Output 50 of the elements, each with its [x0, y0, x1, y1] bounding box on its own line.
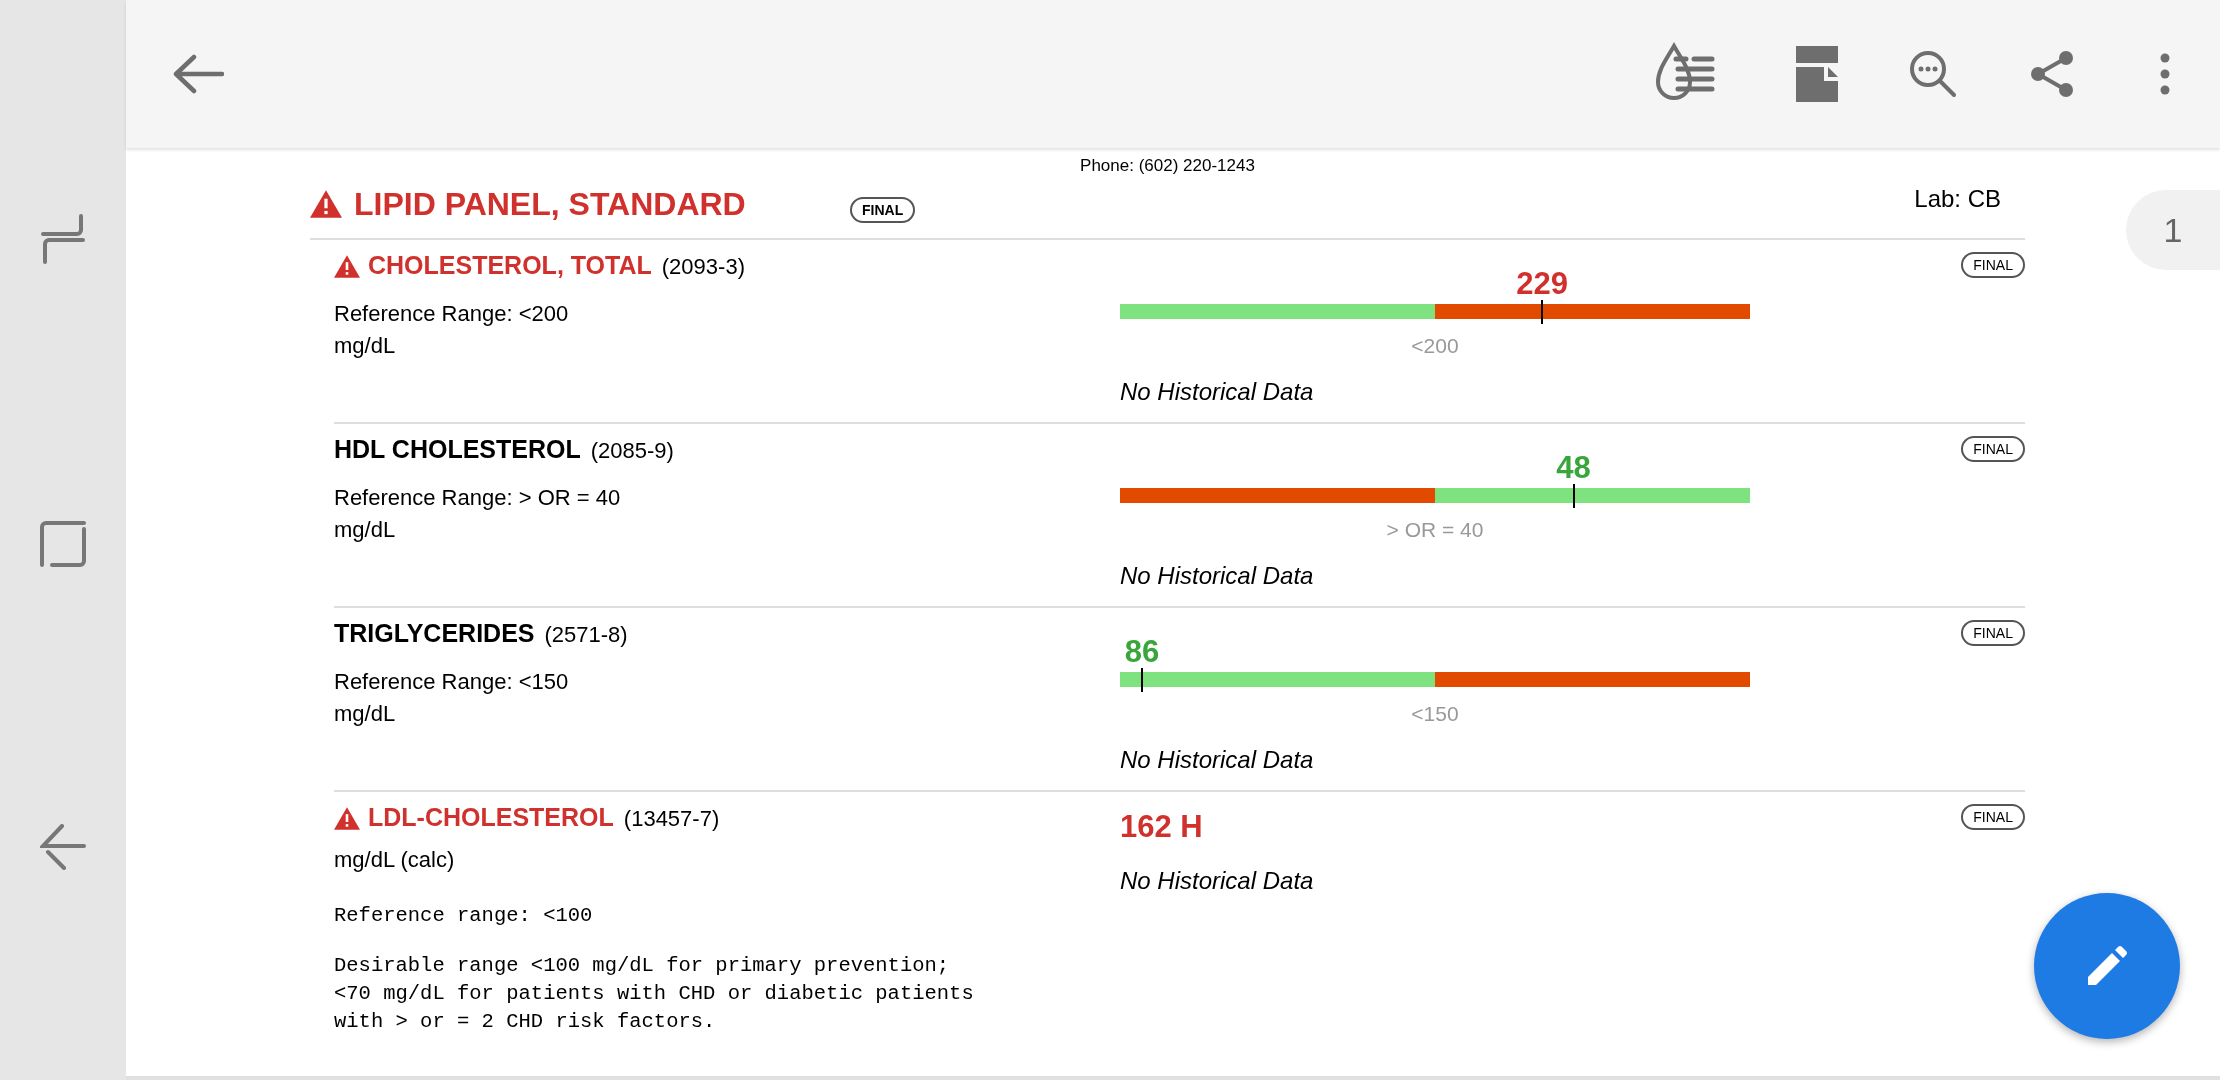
test-name: LDL-CHOLESTEROL — [368, 802, 614, 834]
history-note: No Historical Data — [1120, 561, 1314, 591]
document-icon[interactable] — [1796, 46, 1838, 102]
result-value: 162 H — [1120, 808, 1203, 846]
phone-number: Phone: (602) 220-1243 — [1080, 155, 1255, 176]
result-value: 48 — [1556, 450, 1591, 486]
range-label: > OR = 40 — [1386, 517, 1484, 543]
lab-label: Lab: CB — [1914, 184, 2001, 214]
edit-button[interactable] — [2034, 893, 2180, 1039]
reference-range: Reference Range: <200 — [334, 300, 569, 328]
back-icon[interactable] — [40, 824, 86, 870]
status-badge: FINAL — [1961, 620, 2025, 646]
result-value: 86 — [1124, 634, 1160, 670]
result-value: 229 — [1516, 266, 1568, 302]
test-name: CHOLESTEROL, TOTAL — [368, 250, 652, 282]
status-badge: FINAL — [850, 197, 916, 223]
search-icon[interactable] — [1908, 49, 1958, 99]
panel-title: LIPID PANEL, STANDARD — [354, 185, 746, 224]
pencil-icon — [2086, 945, 2128, 987]
unit-label: mg/dL — [334, 700, 396, 728]
test-name: TRIGLYCERIDES — [334, 618, 535, 650]
test-name: HDL CHOLESTEROL — [334, 434, 581, 466]
test-code: (2093-3) — [661, 252, 745, 281]
recent-apps-icon[interactable] — [41, 214, 85, 264]
back-arrow-icon[interactable] — [172, 54, 224, 94]
warning-icon — [310, 190, 342, 218]
status-badge: FINAL — [1961, 804, 2025, 830]
history-note: No Historical Data — [1120, 865, 1314, 896]
status-badge: FINAL — [1961, 252, 2025, 278]
test-code: (13457-7) — [623, 804, 720, 833]
history-note: No Historical Data — [1120, 745, 1314, 775]
share-icon[interactable] — [2028, 50, 2076, 98]
reference-range: Reference Range: <150 — [334, 668, 569, 696]
range-label: <200 — [1411, 333, 1459, 359]
history-note: No Historical Data — [1120, 377, 1314, 407]
test-code: (2085-9) — [590, 436, 674, 465]
reference-range: Reference Range: > OR = 40 — [334, 484, 621, 512]
page-number-indicator: 1 — [2126, 190, 2220, 270]
range-label: <150 — [1411, 701, 1459, 727]
home-icon[interactable] — [40, 521, 86, 567]
unit-label: mg/dL (calc) — [334, 846, 455, 874]
test-code: (2571-8) — [544, 620, 628, 649]
warning-icon — [334, 806, 360, 830]
warning-icon — [334, 254, 360, 278]
status-badge: FINAL — [1961, 436, 2025, 462]
reference-note: Desirable range <100 mg/dL for primary prevention; <70 mg/dL for patients with CHD or diabetic patients with > or = 2 CHD risk factors. — [334, 953, 974, 1035]
more-options-icon[interactable] — [2160, 53, 2170, 95]
unit-label: mg/dL — [334, 516, 396, 544]
reference-note: Reference range: <100 — [334, 903, 593, 929]
unit-label: mg/dL — [334, 332, 396, 360]
